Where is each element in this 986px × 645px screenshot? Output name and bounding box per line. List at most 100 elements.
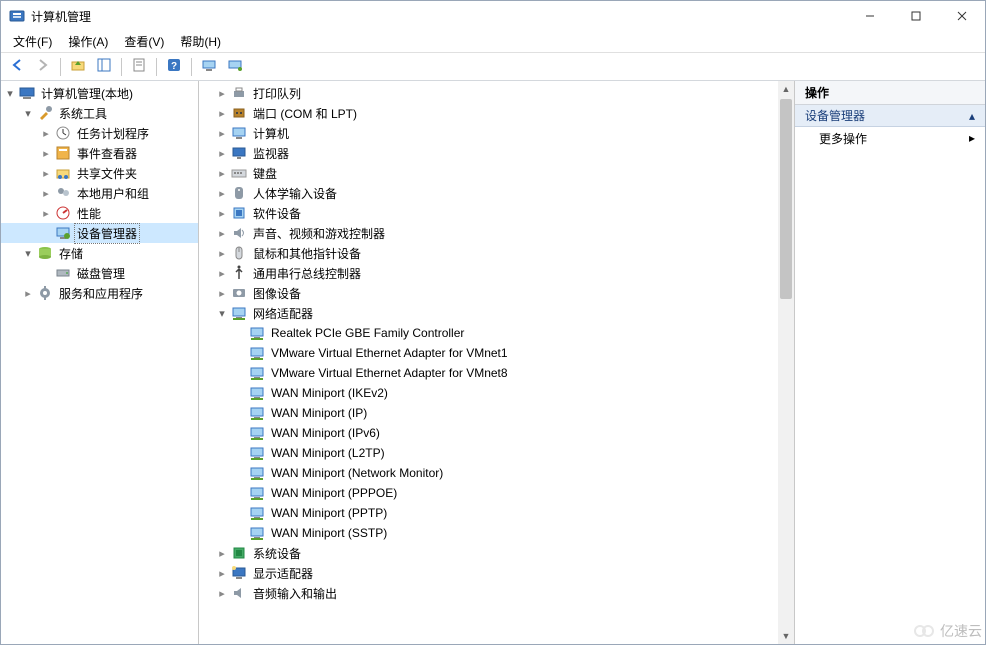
expand-toggle-icon[interactable] — [215, 546, 229, 560]
expand-toggle-icon[interactable] — [215, 206, 229, 220]
expand-toggle-icon[interactable] — [215, 286, 229, 300]
device-tree-item[interactable]: VMware Virtual Ethernet Adapter for VMne… — [199, 343, 778, 363]
show-hide-tree-button[interactable] — [92, 56, 116, 78]
expand-toggle-icon[interactable] — [215, 86, 229, 100]
device-tree-item[interactable]: WAN Miniport (PPPOE) — [199, 483, 778, 503]
device-tree-item[interactable]: WAN Miniport (Network Monitor) — [199, 463, 778, 483]
expand-toggle-icon[interactable] — [39, 206, 53, 220]
device-tree-item[interactable]: 通用串行总线控制器 — [199, 263, 778, 283]
expand-toggle-icon[interactable] — [215, 166, 229, 180]
device-tree-item[interactable]: 键盘 — [199, 163, 778, 183]
device-tree-item[interactable]: WAN Miniport (IP) — [199, 403, 778, 423]
net-adapter-icon — [249, 365, 265, 381]
tree-item-label: 端口 (COM 和 LPT) — [251, 104, 359, 123]
menu-action[interactable]: 操作(A) — [60, 31, 116, 52]
device-tree-item[interactable]: 打印队列 — [199, 83, 778, 103]
device-tree-item[interactable]: 人体学输入设备 — [199, 183, 778, 203]
tree-item-label: 音频输入和输出 — [251, 584, 339, 603]
expand-toggle-icon[interactable] — [39, 166, 53, 180]
device-tree-item[interactable]: WAN Miniport (SSTP) — [199, 523, 778, 543]
maximize-button[interactable] — [893, 1, 939, 31]
expand-toggle-icon[interactable] — [39, 126, 53, 140]
properties-icon — [131, 57, 147, 76]
expand-toggle-icon[interactable] — [215, 246, 229, 260]
device-tree-item[interactable]: 系统设备 — [199, 543, 778, 563]
usb-icon — [231, 265, 247, 281]
device-tree-item[interactable]: 显示适配器 — [199, 563, 778, 583]
console-tree-item[interactable]: 磁盘管理 — [1, 263, 198, 283]
scroll-up-icon[interactable]: ▲ — [778, 81, 794, 97]
device-tree-item[interactable]: 图像设备 — [199, 283, 778, 303]
up-button[interactable] — [66, 56, 90, 78]
device-tree-item[interactable]: 软件设备 — [199, 203, 778, 223]
actions-panel-section[interactable]: 设备管理器 ▴ — [795, 105, 985, 127]
console-tree-item[interactable]: 存储 — [1, 243, 198, 263]
device-tree-item[interactable]: VMware Virtual Ethernet Adapter for VMne… — [199, 363, 778, 383]
expand-toggle-icon[interactable] — [215, 106, 229, 120]
device-tree-item[interactable]: 网络适配器 — [199, 303, 778, 323]
tree-item-label: WAN Miniport (PPTP) — [269, 505, 389, 521]
console-tree-item[interactable]: 服务和应用程序 — [1, 283, 198, 303]
console-tree-item[interactable]: 任务计划程序 — [1, 123, 198, 143]
device-tree-item[interactable]: WAN Miniport (IKEv2) — [199, 383, 778, 403]
expand-toggle-icon[interactable] — [21, 106, 35, 120]
expand-toggle-icon[interactable] — [215, 306, 229, 320]
more-actions-item[interactable]: 更多操作 ▸ — [795, 127, 985, 149]
console-tree-item[interactable]: 本地用户和组 — [1, 183, 198, 203]
expand-toggle-icon — [39, 266, 53, 280]
device-tree-item[interactable]: 端口 (COM 和 LPT) — [199, 103, 778, 123]
device-tree-item[interactable]: WAN Miniport (IPv6) — [199, 423, 778, 443]
forward-button[interactable] — [31, 56, 55, 78]
console-tree-item[interactable]: 共享文件夹 — [1, 163, 198, 183]
device-tree-item[interactable]: 鼠标和其他指针设备 — [199, 243, 778, 263]
expand-toggle-icon[interactable] — [39, 186, 53, 200]
view-devices-button[interactable] — [197, 56, 221, 78]
system-dev-icon — [231, 545, 247, 561]
device-tree[interactable]: 打印队列端口 (COM 和 LPT)计算机监视器键盘人体学输入设备软件设备声音、… — [199, 83, 778, 603]
console-tree-item[interactable]: 事件查看器 — [1, 143, 198, 163]
view-connections-button[interactable] — [223, 56, 247, 78]
menu-view[interactable]: 查看(V) — [116, 31, 172, 52]
minimize-button[interactable] — [847, 1, 893, 31]
tree-item-label: 事件查看器 — [75, 144, 139, 163]
device-tree-item[interactable]: Realtek PCIe GBE Family Controller — [199, 323, 778, 343]
console-tree-item[interactable]: 系统工具 — [1, 103, 198, 123]
scroll-down-icon[interactable]: ▼ — [778, 628, 794, 644]
console-tree-item[interactable]: 性能 — [1, 203, 198, 223]
device-tree-item[interactable]: 声音、视频和游戏控制器 — [199, 223, 778, 243]
expand-toggle-icon[interactable] — [215, 226, 229, 240]
device-tree-item[interactable]: 监视器 — [199, 143, 778, 163]
device-tree-item[interactable]: 音频输入和输出 — [199, 583, 778, 603]
expand-toggle-icon[interactable] — [21, 286, 35, 300]
console-tree-item[interactable]: 设备管理器 — [1, 223, 198, 243]
back-button[interactable] — [5, 56, 29, 78]
properties-button[interactable] — [127, 56, 151, 78]
tree-item-label: 图像设备 — [251, 284, 303, 303]
expand-toggle-icon[interactable] — [3, 86, 17, 100]
printer-icon — [231, 85, 247, 101]
device-tree-item[interactable]: WAN Miniport (PPTP) — [199, 503, 778, 523]
device-tree-item[interactable]: 计算机 — [199, 123, 778, 143]
menu-file[interactable]: 文件(F) — [5, 31, 60, 52]
device-tree-item[interactable]: WAN Miniport (L2TP) — [199, 443, 778, 463]
expand-toggle-icon[interactable] — [215, 186, 229, 200]
expand-toggle-icon[interactable] — [215, 566, 229, 580]
console-tree[interactable]: 计算机管理(本地)系统工具任务计划程序事件查看器共享文件夹本地用户和组性能设备管… — [1, 83, 198, 303]
expand-toggle-icon[interactable] — [215, 146, 229, 160]
scroll-thumb[interactable] — [780, 99, 792, 299]
expand-toggle-icon[interactable] — [215, 266, 229, 280]
performance-icon — [55, 205, 71, 221]
scrollbar[interactable]: ▲ ▼ — [778, 81, 794, 644]
expand-toggle-icon[interactable] — [215, 126, 229, 140]
net-adapter-icon — [249, 425, 265, 441]
tree-item-label: 本地用户和组 — [75, 184, 151, 203]
expand-toggle-icon[interactable] — [215, 586, 229, 600]
close-button[interactable] — [939, 1, 985, 31]
expand-toggle-icon[interactable] — [21, 246, 35, 260]
expand-toggle-icon[interactable] — [39, 146, 53, 160]
help-icon: ? — [166, 57, 182, 76]
menu-help[interactable]: 帮助(H) — [172, 31, 229, 52]
net-adapter-icon — [249, 485, 265, 501]
console-tree-item[interactable]: 计算机管理(本地) — [1, 83, 198, 103]
help-button[interactable]: ? — [162, 56, 186, 78]
